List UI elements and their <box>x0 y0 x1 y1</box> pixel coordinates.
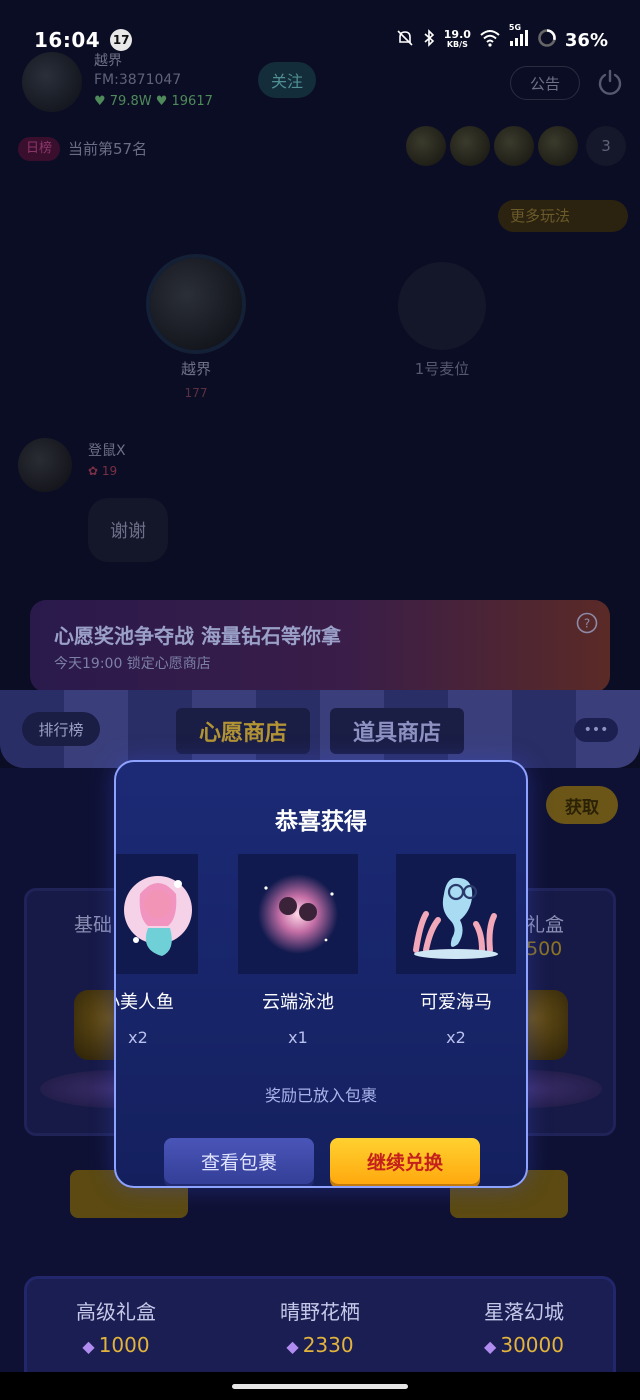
gift-item-name: 晴野花栖 <box>280 1300 360 1324</box>
viewer-avatar[interactable] <box>494 126 534 166</box>
status-bar: 16:04 17 19.0 KB/S 5G 36% <box>0 0 640 80</box>
network-type: 5G <box>508 23 522 32</box>
diamond-icon: ◆ <box>82 1337 95 1356</box>
host-seat-avatar[interactable] <box>150 258 242 350</box>
gift-item[interactable]: 星落幻城 ◆ 30000 <box>434 1296 614 1357</box>
view-bag-button[interactable]: 查看包裹 <box>164 1138 314 1184</box>
banner-subtitle: 今天19:00 锁定心愿商店 <box>54 656 211 672</box>
host-seat-score: 177 <box>184 386 208 400</box>
reward-note: 奖励已放入包裹 <box>264 1086 377 1105</box>
reward-image-mermaid <box>116 854 198 974</box>
viewer-avatar[interactable] <box>450 126 490 166</box>
viewer-avatar[interactable] <box>538 126 578 166</box>
tab-wish-shop[interactable]: 心愿商店 <box>176 708 310 754</box>
empty-mic-seat[interactable] <box>398 262 486 350</box>
reward-name: 小美人鱼 <box>116 992 174 1013</box>
reward-image-cloud-pool <box>238 854 358 974</box>
more-options-button[interactable]: ••• <box>574 718 618 742</box>
wifi-icon <box>479 29 501 51</box>
chat-badge: ✿ 19 <box>88 464 118 478</box>
reward-quantity: x2 <box>128 1028 148 1047</box>
gift-item-price: 30000 <box>500 1333 564 1357</box>
viewer-avatar[interactable] <box>406 126 446 166</box>
battery-percent: 36% <box>564 29 608 51</box>
leaderboard-button[interactable]: 排行榜 <box>22 712 100 746</box>
status-time: 16:04 <box>34 28 101 52</box>
reward-name: 云端泳池 <box>262 992 334 1013</box>
chat-avatar[interactable] <box>18 438 72 492</box>
navigation-bar <box>0 1372 640 1400</box>
reward-name: 可爱海马 <box>420 992 492 1013</box>
empty-mic-seat-label: 1号麦位 <box>414 360 470 378</box>
chat-username: 登鼠X <box>88 443 126 459</box>
diamond-icon: ◆ <box>484 1337 497 1356</box>
battery-icon <box>537 28 557 52</box>
more-play-button[interactable]: 更多玩法 <box>498 200 628 232</box>
chat-message: 谢谢 <box>88 498 168 562</box>
gift-item-price: 1000 <box>98 1333 150 1357</box>
tab-item-shop[interactable]: 道具商店 <box>330 708 464 754</box>
host-seat-name: 越界 <box>180 360 211 378</box>
rank-position-text: 当前第57名 <box>68 140 148 158</box>
gift-card-basic-label: 基础 <box>74 914 113 936</box>
bluetooth-icon <box>422 29 436 51</box>
wish-pool-banner[interactable]: 心愿奖池争夺战 海量钻石等你拿 今天19:00 锁定心愿商店 ? <box>30 600 610 692</box>
notification-count-badge: 17 <box>110 29 133 51</box>
network-speed: 19.0 KB/S <box>443 28 471 49</box>
banner-title: 心愿奖池争夺战 海量钻石等你拿 <box>54 624 341 648</box>
gift-item-name: 高级礼盒 <box>76 1300 156 1324</box>
home-gesture-bar[interactable] <box>232 1384 408 1389</box>
reward-dialog: 恭喜获得 美人鱼 x2 云端泳池 x1 可爱海马 x2 奖励已放入包裹 查看包裹… <box>114 760 528 1188</box>
reward-quantity: x2 <box>446 1028 466 1047</box>
gift-card-box-label: 礼盒 <box>526 914 565 936</box>
mute-bell-icon <box>396 29 414 51</box>
reward-quantity: x1 <box>288 1028 308 1047</box>
dialog-title: 恭喜获得 <box>275 809 367 835</box>
gift-item[interactable]: 高级礼盒 ◆ 1000 <box>26 1296 206 1357</box>
daily-rank-tag[interactable]: 日榜 <box>18 137 61 161</box>
host-stats: ♥ 79.8W ♥ 19617 <box>94 94 213 109</box>
cellular-signal-icon: 5G <box>509 23 529 51</box>
svg-text:?: ? <box>584 617 590 631</box>
reward-image-seahorse <box>396 854 516 974</box>
continue-exchange-button[interactable]: 继续兑换 <box>330 1138 480 1184</box>
gift-item-price: 2330 <box>302 1333 354 1357</box>
help-icon[interactable]: ? <box>576 612 598 638</box>
gift-item[interactable]: 晴野花栖 ◆ 2330 <box>230 1296 410 1357</box>
get-diamonds-button[interactable]: 获取 <box>546 786 618 824</box>
diamond-icon: ◆ <box>286 1337 299 1356</box>
gift-item-name: 星落幻城 <box>484 1300 564 1324</box>
viewer-count[interactable]: 3 <box>586 126 626 166</box>
gift-card-box-price: 500 <box>526 938 563 960</box>
